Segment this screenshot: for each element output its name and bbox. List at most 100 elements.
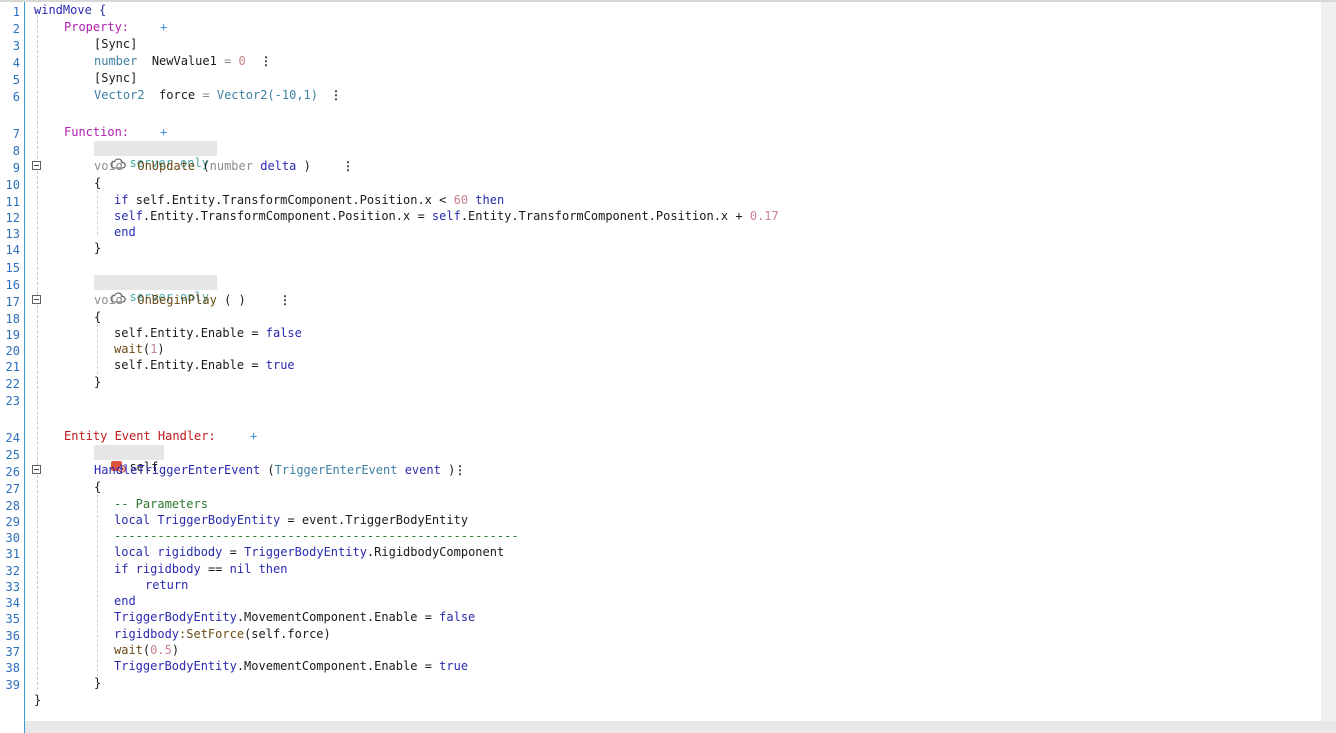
sync-attribute: [Sync] — [94, 71, 138, 85]
vertical-scrollbar[interactable] — [1321, 2, 1336, 721]
code-line-32[interactable]: if rigidbody == nil then — [114, 561, 287, 577]
code-line-12[interactable]: self.Entity.TransformComponent.Position.… — [114, 208, 779, 224]
keyword: then — [475, 193, 505, 207]
paren: ( ) — [224, 293, 246, 307]
function-menu-icon[interactable]: ⋮ — [279, 292, 291, 308]
expression: .MovementComponent.Enable — [236, 610, 418, 624]
code-line-35[interactable]: TriggerBodyEntity.MovementComponent.Enab… — [114, 609, 475, 625]
indent-guide — [97, 190, 98, 235]
handler-menu-icon[interactable]: ⋮ — [454, 462, 466, 478]
code-line-37[interactable]: wait(0.5) — [114, 642, 179, 658]
line-number: 31 — [5, 547, 20, 561]
code-line-33[interactable]: return — [145, 577, 188, 593]
line-number: 11 — [5, 195, 20, 209]
handler-header: Entity Event Handler: — [64, 428, 216, 444]
number: 60 — [453, 193, 469, 207]
code-line-31[interactable]: local rigidbody = TriggerBodyEntity.Rigi… — [114, 544, 504, 560]
line-number: 27 — [5, 482, 20, 496]
horizontal-scrollbar[interactable] — [24, 721, 1336, 733]
operator: = — [251, 326, 259, 340]
line-number: 8 — [12, 144, 20, 158]
paren: ) — [303, 159, 311, 173]
code-line-38[interactable]: TriggerBodyEntity.MovementComponent.Enab… — [114, 658, 468, 674]
top-border — [0, 0, 1336, 2]
paren: ) — [157, 342, 165, 356]
sync-attribute: [Sync] — [94, 37, 138, 51]
keyword: nil — [229, 562, 252, 576]
code-line-20[interactable]: wait(1) — [114, 341, 165, 357]
fold-toggle-onbeginplay[interactable] — [32, 295, 41, 304]
indent-guide — [97, 324, 98, 374]
function-menu-icon[interactable]: ⋮ — [342, 158, 354, 174]
keyword: self — [114, 209, 143, 223]
code-line-13[interactable]: end — [114, 224, 136, 240]
variable: TriggerBodyEntity — [114, 659, 237, 673]
line-number: 32 — [5, 564, 20, 578]
function-call: wait — [114, 643, 143, 657]
expression: .MovementComponent.Enable — [236, 659, 418, 673]
server-only-badge[interactable]: server only — [94, 141, 217, 170]
line-number: 19 — [5, 328, 20, 342]
property-newvalue1[interactable]: number NewValue1 = 0 — [94, 53, 246, 69]
property-label: Property: — [64, 20, 130, 34]
code-line-21[interactable]: self.Entity.Enable = true — [114, 357, 295, 373]
line-number: 29 — [5, 515, 20, 529]
expression: event.TriggerBodyEntity — [301, 513, 469, 527]
code-comment[interactable]: -- Parameters — [114, 496, 208, 512]
variable: TriggerBodyEntity — [114, 610, 237, 624]
line-number: 6 — [12, 90, 20, 104]
paren: ( — [202, 159, 210, 173]
line-number: 24 — [5, 431, 20, 445]
operator: = — [202, 88, 210, 102]
property-menu-icon[interactable]: ⋮ — [260, 53, 272, 69]
line-number: 1 — [12, 5, 20, 19]
line-number: 12 — [5, 211, 20, 225]
line-number: 35 — [5, 612, 20, 626]
code-line-29[interactable]: local TriggerBodyEntity = event.TriggerB… — [114, 512, 468, 528]
line-number: 5 — [12, 73, 20, 87]
separator-comment[interactable]: ----------------------------------------… — [114, 528, 519, 544]
code-line-36[interactable]: rigidbody:SetForce(self.force) — [114, 626, 331, 642]
keyword: end — [114, 225, 136, 239]
operator: = — [229, 545, 237, 559]
param-type: TriggerEnterEvent — [274, 463, 398, 477]
property-name: NewValue1 — [151, 54, 217, 68]
code-line-11[interactable]: if self.Entity.TransformComponent.Positi… — [114, 192, 504, 208]
function-header: Function: — [64, 124, 129, 140]
operator: == — [207, 562, 223, 576]
variable: rigidbody — [135, 562, 201, 576]
line-number: 4 — [12, 56, 20, 70]
code-line-19[interactable]: self.Entity.Enable = false — [114, 325, 302, 341]
method-call: :SetForce — [179, 627, 245, 641]
event-sender-badge[interactable]: self — [94, 445, 165, 474]
operator: = — [224, 54, 232, 68]
property-menu-icon[interactable]: ⋮ — [330, 87, 342, 103]
property-force[interactable]: Vector2 force = Vector2(-10,1) — [94, 87, 318, 103]
keyword: false — [265, 326, 302, 340]
add-property-button[interactable]: + — [160, 19, 167, 35]
operator: = — [417, 209, 425, 223]
line-number: 14 — [5, 243, 20, 257]
fold-toggle-onupdate[interactable] — [32, 161, 41, 170]
code-line-34[interactable]: end — [114, 593, 136, 609]
param-type: number — [209, 159, 253, 173]
number: 0.5 — [150, 643, 172, 657]
add-handler-button[interactable]: + — [250, 428, 257, 444]
property-type: Vector2 — [94, 88, 145, 102]
return-type: void — [94, 293, 123, 307]
handler-signature[interactable]: HandleTriggerEnterEvent (TriggerEnterEve… — [94, 462, 455, 478]
return-type: void — [94, 159, 123, 173]
fold-toggle-handler[interactable] — [32, 465, 41, 474]
operator: = — [424, 659, 432, 673]
line-number: 2 — [12, 22, 20, 36]
script-name[interactable]: windMove — [34, 3, 92, 17]
brace: } — [94, 375, 102, 389]
variable: rigidbody — [157, 545, 223, 559]
function-signature-onupdate[interactable]: void OnUpdate (number delta ) — [94, 158, 311, 174]
keyword: return — [145, 578, 189, 592]
number: 0.17 — [749, 209, 779, 223]
keyword: local — [114, 513, 151, 527]
add-function-button[interactable]: + — [160, 124, 167, 140]
function-signature-onbeginplay[interactable]: void OnBeginPlay ( ) — [94, 292, 246, 308]
server-only-badge[interactable]: server only — [94, 275, 217, 304]
